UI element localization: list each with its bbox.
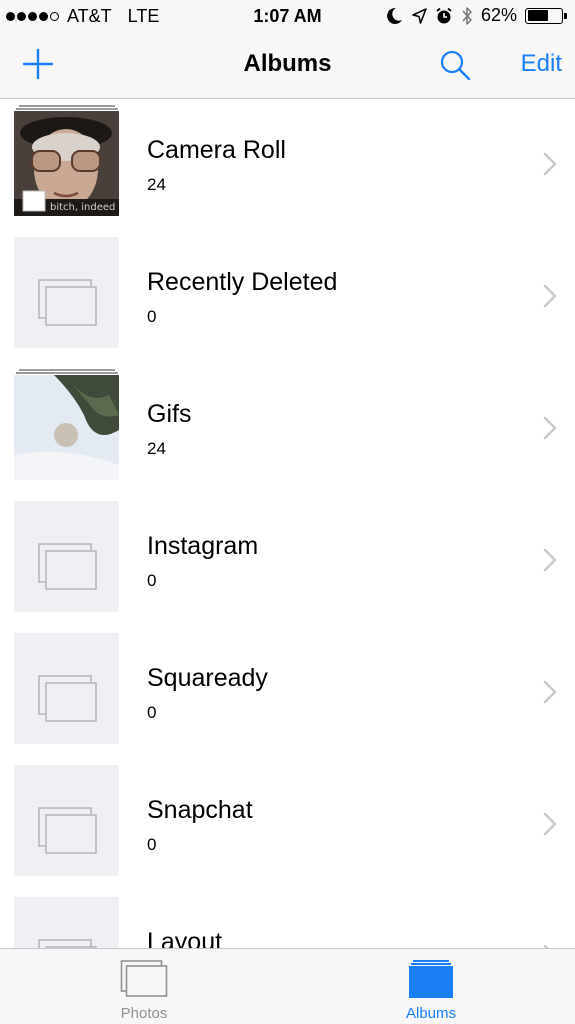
album-count: 0 [147, 571, 157, 590]
album-row-squaready[interactable]: Squaready 0 [0, 627, 575, 759]
battery-icon [525, 7, 567, 24]
tab-photos[interactable]: Photos [44, 949, 244, 1024]
album-name: Recently Deleted [147, 268, 338, 296]
thumb-stack-edge [16, 372, 118, 374]
alarm-icon [436, 7, 452, 23]
album-name: Squaready [147, 664, 268, 692]
album-name: Gifs [147, 400, 192, 428]
chevron-right-icon [543, 680, 557, 704]
album-name: Camera Roll [147, 136, 286, 164]
snow-photo [14, 375, 119, 480]
album-row-instagram[interactable]: Instagram 0 [0, 495, 575, 627]
chevron-right-icon [543, 812, 557, 836]
navigation-bar: Albums Edit [0, 32, 575, 99]
album-row-layout[interactable]: Layout [0, 891, 575, 948]
tab-albums[interactable]: Albums [331, 949, 531, 1024]
moon-icon [387, 7, 402, 24]
album-name: Layout [147, 928, 223, 948]
album-thumbnail-placeholder [14, 903, 119, 948]
edit-button[interactable]: Edit [521, 50, 562, 78]
album-name: Snapchat [147, 796, 253, 824]
chevron-right-icon [543, 416, 557, 440]
empty-album-icon [38, 939, 97, 948]
album-count: 0 [147, 835, 157, 854]
album-count: 24 [147, 439, 166, 458]
empty-album-icon [38, 279, 97, 326]
album-list: bitch, indeed Camera Roll 24 Recently De… [0, 99, 575, 948]
album-row-recently-deleted[interactable]: Recently Deleted 0 [0, 231, 575, 363]
chevron-right-icon [543, 152, 557, 176]
album-count: 24 [147, 175, 166, 194]
album-thumbnail-placeholder [14, 507, 119, 612]
battery-fill [527, 10, 548, 21]
album-thumbnail-placeholder [14, 771, 119, 876]
thumb-stack-edge [19, 369, 115, 371]
album-thumbnail [14, 375, 119, 480]
thumb-stack-edge [16, 108, 118, 110]
album-row-snapchat[interactable]: Snapchat 0 [0, 759, 575, 891]
album-name: Instagram [147, 532, 259, 560]
tab-label: Photos [120, 1005, 168, 1022]
battery-percent: 62% [480, 5, 517, 25]
thumb-stack-edge [19, 105, 115, 107]
album-thumbnail-placeholder [14, 639, 119, 744]
empty-album-icon [38, 807, 97, 854]
album-row-gifs[interactable]: Gifs 24 [0, 363, 575, 495]
empty-album-icon [38, 675, 97, 722]
status-bar: AT&T LTE 1:07 AM 62% [0, 0, 575, 32]
chevron-right-icon [543, 284, 557, 308]
location-arrow-icon [412, 7, 427, 24]
tab-label: Albums [405, 1005, 457, 1022]
tab-bar: Photos Albums [0, 948, 575, 1024]
album-count: 0 [147, 307, 157, 326]
empty-album-icon [38, 543, 97, 590]
chevron-right-icon [543, 548, 557, 572]
page-title: Albums [243, 50, 332, 77]
album-thumbnail: bitch, indeed [14, 111, 119, 216]
album-count: 0 [147, 703, 157, 722]
status-right: 62% [387, 5, 567, 26]
album-thumbnail-placeholder [14, 243, 119, 348]
photos-stack-icon [120, 960, 168, 997]
albums-stack-icon [409, 960, 453, 998]
search-icon[interactable] [438, 48, 472, 82]
photo-caption: bitch, indeed [50, 202, 115, 213]
bluetooth-icon [462, 6, 472, 25]
portrait-photo: bitch, indeed [14, 111, 119, 216]
album-row-camera-roll[interactable]: bitch, indeed Camera Roll 24 [0, 99, 575, 231]
